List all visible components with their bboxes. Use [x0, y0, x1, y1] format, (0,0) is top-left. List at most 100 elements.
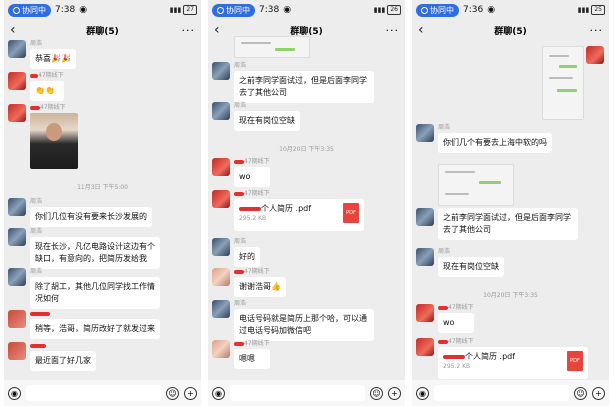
avatar[interactable] [416, 124, 434, 142]
more-icon[interactable]: ··· [585, 24, 603, 37]
message-bubble[interactable]: 你们几位有没有要来长沙发展的 [30, 207, 152, 227]
avatar[interactable] [8, 72, 26, 90]
screenshot-green [275, 48, 295, 51]
collab-pill[interactable]: 协同中 [212, 3, 255, 17]
chat-title: 群聊(5) [494, 26, 527, 37]
message: 最近面了好几家 [8, 342, 96, 371]
more-icon[interactable]: ··· [381, 24, 399, 37]
message: 47期线下 wo [416, 304, 474, 333]
message-bubble[interactable]: wo [234, 167, 270, 187]
file-size: 295.2 KB [239, 215, 267, 222]
message-bubble[interactable]: wo [438, 313, 474, 333]
emoji-icon[interactable]: ☺ [166, 386, 179, 400]
message-bubble[interactable]: 之前李同学面试过，但是后面李同学去了其他公司 [438, 208, 578, 240]
avatar[interactable] [416, 208, 434, 226]
avatar[interactable] [212, 268, 230, 286]
photo-message[interactable] [30, 113, 78, 169]
avatar[interactable] [8, 268, 26, 286]
more-icon[interactable]: ··· [177, 24, 195, 37]
avatar[interactable] [212, 238, 230, 256]
battery-icon: 27 [183, 5, 197, 15]
add-icon[interactable]: + [184, 386, 197, 400]
avatar[interactable] [416, 248, 434, 266]
avatar[interactable] [416, 338, 434, 356]
avatar[interactable] [212, 62, 230, 80]
back-icon[interactable]: ‹ [418, 22, 436, 38]
avatar[interactable] [8, 342, 26, 360]
message-bubble[interactable]: 之前李同学面试过，但是后面李同学去了其他公司 [234, 71, 374, 103]
message-bubble[interactable]: 恭喜🎉🎉 [30, 49, 76, 69]
avatar[interactable] [212, 190, 230, 208]
avatar[interactable] [212, 340, 230, 358]
sender-name: 47期线下 [234, 268, 286, 275]
message: 47期线下 [8, 104, 78, 169]
message-bubble[interactable]: 好的 [234, 247, 260, 267]
redaction [234, 159, 244, 164]
message-input[interactable] [26, 385, 161, 401]
file-message[interactable]: 个人简历 .pdf 295.2 KB PDF [234, 199, 364, 231]
timestamp: 11月3日 下午5:00 [77, 184, 128, 191]
voice-icon[interactable]: ◉ [212, 386, 225, 400]
sender-name: 47期线下 [234, 190, 364, 197]
sender-name: 周浩 [30, 228, 43, 235]
sender-name: 周浩 [30, 198, 43, 205]
message-bubble[interactable]: 现在长沙，凡亿电路设计这边有个缺口，有意向的，把简历发给我 [30, 237, 160, 269]
message-bubble[interactable]: 稍等，浩哥，简历改好了就发过来 [30, 319, 160, 339]
sender-name: 周浩 [438, 124, 451, 131]
emoji-icon[interactable]: ☺ [574, 386, 587, 400]
message: 周浩 你们几位有没有要来长沙发展的 [8, 198, 152, 227]
input-bar: ◉ ☺ + [4, 380, 201, 406]
message-list[interactable]: 周浩 恭喜🎉🎉 47期线下 👏👏 47期线下 11月3日 下午5:00 周浩 你… [4, 40, 201, 380]
file-message[interactable]: 个人简历 .pdf 295.2 KB PDF [438, 347, 588, 379]
collab-icon [421, 6, 428, 14]
avatar[interactable] [8, 198, 26, 216]
collab-pill[interactable]: 协同中 [416, 3, 459, 17]
back-icon[interactable]: ‹ [10, 22, 28, 38]
avatar[interactable] [8, 40, 26, 58]
message-bubble[interactable]: 嗯嗯 [234, 349, 270, 369]
message-bubble[interactable]: 最近面了好几家 [30, 351, 96, 371]
add-icon[interactable]: + [592, 386, 605, 400]
message-bubble[interactable]: 电话号码就是简历上那个哈，可以通过电话号码加微信吧 [234, 309, 374, 341]
redaction [30, 343, 46, 348]
voice-icon[interactable]: ◉ [8, 386, 21, 400]
avatar[interactable] [8, 104, 26, 122]
message-list[interactable]: 周浩 之前李同学面试过，但是后面李同学去了其他公司 周浩 现在有岗位空缺 10月… [208, 36, 405, 380]
avatar[interactable] [416, 304, 434, 322]
screenshot-message[interactable] [542, 46, 584, 120]
sender-name: 周浩 [30, 40, 43, 47]
clock: 7:36 [463, 5, 484, 15]
input-bar: ◉ ☺ + [208, 380, 405, 406]
phone-panel-3: 协同中 7:36 ◉ ▮▮▮ 25 ‹ 群聊(5) ··· 周浩 你们几个有要去… [412, 0, 609, 406]
avatar[interactable] [586, 46, 604, 64]
file-name: 个人简历 .pdf [239, 203, 311, 214]
emoji-icon[interactable]: ☺ [370, 386, 383, 400]
message-bubble[interactable]: 现在有岗位空缺 [234, 111, 300, 131]
collab-pill[interactable]: 协同中 [8, 3, 51, 17]
message-bubble[interactable]: 现在有岗位空缺 [438, 257, 504, 277]
avatar[interactable] [212, 300, 230, 318]
message-input[interactable] [230, 385, 365, 401]
voice-icon[interactable]: ◉ [416, 386, 429, 400]
status-bar: 协同中 7:38 ◉ ▮▮▮ 27 [4, 0, 201, 20]
message-bubble[interactable]: 你们几个有要去上海中软的吗 [438, 133, 552, 153]
avatar[interactable] [212, 102, 230, 120]
screenshot-message[interactable] [438, 164, 514, 206]
message-input[interactable] [434, 385, 569, 401]
back-icon[interactable]: ‹ [214, 22, 232, 38]
screenshot-message[interactable] [234, 36, 310, 58]
avatar[interactable] [212, 158, 230, 176]
sender-name: 周浩 [234, 238, 247, 245]
message-bubble[interactable]: 谢谢浩哥👍 [234, 277, 286, 297]
message-list[interactable]: 周浩 你们几个有要去上海中软的吗 之前李同学面试过，但是后面李同学去了其他公司 … [412, 40, 609, 380]
chat-header: ‹ 群聊(5) ··· [412, 20, 609, 40]
message-bubble[interactable]: 除了胡工，其他几位同学找工作情况如何 [30, 277, 160, 309]
add-icon[interactable]: + [388, 386, 401, 400]
message: 47期线下 个人简历 .pdf 295.2 KB PDF [416, 338, 588, 379]
avatar[interactable] [8, 228, 26, 246]
avatar[interactable] [8, 310, 26, 328]
message-bubble[interactable]: 👏👏 [30, 81, 64, 101]
timestamp: 10月20日 下午3:35 [279, 146, 334, 153]
status-bar: 协同中 7:38 ◉ ▮▮▮ 26 [208, 0, 405, 20]
chat-title: 群聊(5) [86, 26, 119, 37]
